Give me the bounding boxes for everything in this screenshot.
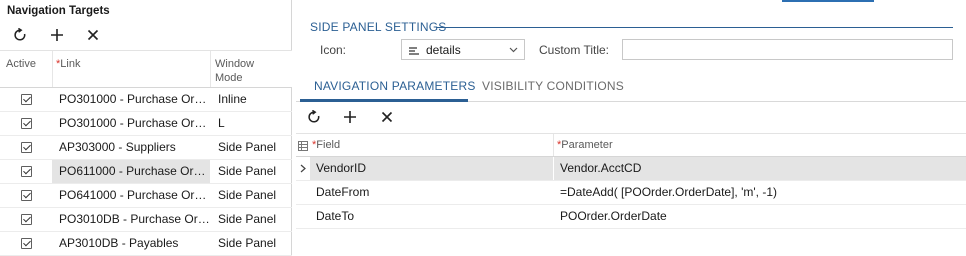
column-header-field[interactable]: *Field (312, 139, 340, 151)
active-tab-indicator (782, 0, 874, 2)
link-cell[interactable]: PO301000 - Purchase Orders (52, 112, 210, 135)
column-header-link[interactable]: *Link (56, 57, 80, 71)
active-cell[interactable] (0, 208, 52, 231)
table-row[interactable]: DateFrom =DateAdd( [POOrder.OrderDate], '… (296, 181, 966, 205)
window-mode-cell[interactable]: L (211, 112, 291, 135)
close-icon (87, 29, 99, 41)
table-row[interactable]: PO3010DB - Purchase Ord… Side Panel (0, 208, 292, 232)
checkbox-checked-icon[interactable] (20, 166, 32, 177)
add-parameter-button[interactable] (339, 106, 361, 128)
parameters-grid-header: *Field *Parameter (296, 133, 966, 157)
parameter-cell[interactable]: =DateAdd( [POOrder.OrderDate], 'm', -1) (554, 181, 966, 204)
plus-icon (51, 29, 63, 41)
custom-title-input[interactable] (622, 39, 953, 60)
delete-row-button[interactable] (82, 24, 104, 46)
column-header-field-label: Field (316, 139, 341, 151)
active-cell[interactable] (0, 88, 52, 111)
row-indicator (298, 181, 308, 204)
parameter-cell[interactable]: POOrder.OrderDate (554, 205, 966, 228)
row-indicator (298, 157, 308, 180)
link-cell[interactable]: PO611000 - Purchase Orde… (52, 160, 210, 183)
table-row[interactable]: AP303000 - Suppliers Side Panel (0, 136, 292, 160)
checkbox-checked-icon[interactable] (20, 118, 32, 129)
close-icon (381, 111, 393, 123)
navigation-targets-panel: Navigation Targets Active *Link Window M… (0, 0, 292, 256)
table-row[interactable]: AP3010DB - Payables Side Panel (0, 232, 292, 256)
custom-title-label: Custom Title: (539, 43, 610, 57)
field-cell[interactable]: DateFrom (310, 181, 553, 204)
grid-settings-icon (298, 141, 308, 151)
table-row[interactable]: PO641000 - Purchase Order Side Panel (0, 184, 292, 208)
side-panel-settings: SIDE PANEL SETTINGS Icon: details Custom… (296, 0, 966, 256)
column-divider (553, 134, 554, 156)
refresh-icon (308, 110, 320, 123)
active-cell[interactable] (0, 136, 52, 159)
table-row[interactable]: DateTo POOrder.OrderDate (296, 205, 966, 229)
link-cell[interactable]: PO301000 - Purchase Orders (52, 88, 210, 111)
details-icon (409, 47, 419, 55)
link-cell[interactable]: PO3010DB - Purchase Ord… (52, 208, 210, 231)
tab-navigation-parameters[interactable]: NAVIGATION PARAMETERS (314, 79, 476, 93)
checkbox-checked-icon[interactable] (20, 94, 32, 105)
link-cell[interactable]: AP3010DB - Payables (52, 232, 210, 255)
refresh-button[interactable] (9, 24, 31, 46)
window-mode-cell[interactable]: Side Panel (211, 160, 291, 183)
tab-bar: NAVIGATION PARAMETERS VISIBILITY CONDITI… (296, 70, 966, 102)
refresh-button[interactable] (303, 106, 325, 128)
field-cell[interactable]: VendorID (310, 157, 553, 180)
column-divider (52, 51, 53, 87)
table-row[interactable]: PO301000 - Purchase Orders Inline (0, 88, 292, 112)
icon-label: Icon: (320, 43, 347, 57)
link-cell[interactable]: AP303000 - Suppliers (52, 136, 210, 159)
window-mode-cell[interactable]: Side Panel (211, 208, 291, 231)
add-row-button[interactable] (46, 24, 68, 46)
active-cell[interactable] (0, 112, 52, 135)
app-root: Navigation Targets Active *Link Window M… (0, 0, 966, 256)
table-row[interactable]: VendorID Vendor.AcctCD (296, 157, 966, 181)
active-cell[interactable] (0, 232, 52, 255)
panel-title: Navigation Targets (7, 5, 110, 17)
delete-parameter-button[interactable] (376, 106, 398, 128)
active-cell[interactable] (0, 184, 52, 207)
column-divider (210, 51, 211, 87)
targets-grid-header: Active *Link Window Mode (0, 50, 292, 88)
tab-visibility-conditions[interactable]: VISIBILITY CONDITIONS (482, 79, 624, 93)
section-title: SIDE PANEL SETTINGS (310, 20, 447, 34)
parameter-cell[interactable]: Vendor.AcctCD (554, 157, 966, 180)
section-rule (436, 27, 953, 28)
row-indicator (298, 205, 308, 228)
refresh-icon (14, 28, 26, 41)
link-cell[interactable]: PO641000 - Purchase Order (52, 184, 210, 207)
window-mode-cell[interactable]: Side Panel (211, 232, 291, 255)
checkbox-checked-icon[interactable] (20, 214, 32, 225)
icon-select[interactable]: details (401, 39, 525, 60)
window-mode-cell[interactable]: Side Panel (211, 184, 291, 207)
column-header-window-mode[interactable]: Window Mode (215, 57, 275, 85)
plus-icon (344, 111, 356, 123)
chevron-right-icon (300, 164, 306, 173)
field-cell[interactable]: DateTo (310, 205, 553, 228)
table-row[interactable]: PO611000 - Purchase Orde… Side Panel (0, 160, 292, 184)
column-header-parameter-label: Parameter (561, 139, 613, 151)
checkbox-checked-icon[interactable] (20, 142, 32, 153)
column-settings-button[interactable] (298, 140, 308, 154)
checkbox-checked-icon[interactable] (20, 190, 32, 201)
column-header-active[interactable]: Active (6, 57, 36, 71)
icon-select-value: details (426, 43, 461, 57)
chevron-down-icon (509, 47, 518, 53)
column-header-link-label: Link (60, 58, 81, 70)
table-row[interactable]: PO301000 - Purchase Orders L (0, 112, 292, 136)
checkbox-checked-icon[interactable] (20, 238, 32, 249)
active-cell[interactable] (0, 160, 52, 183)
window-mode-cell[interactable]: Inline (211, 88, 291, 111)
window-mode-cell[interactable]: Side Panel (211, 136, 291, 159)
column-header-parameter[interactable]: *Parameter (557, 139, 613, 151)
active-tab-underline (300, 99, 468, 102)
